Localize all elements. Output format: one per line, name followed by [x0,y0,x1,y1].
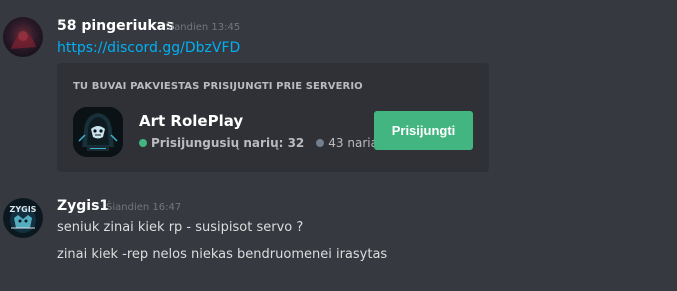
server-name[interactable]: Art RolePlay [139,112,243,130]
server-invite-card: TU BUVAI PAKVIESTAS PRISIJUNGTI PRIE SER… [57,63,489,172]
zygis-logo-icon: ZYGIS [3,198,43,238]
invite-header: TU BUVAI PAKVIESTAS PRISIJUNGTI PRIE SER… [73,81,363,92]
username[interactable]: Zygis1 [57,198,109,214]
username[interactable]: 58 pingeriukas [57,18,174,34]
chat-messages: 58 pingeriukas Šiandien 13:45 https://di… [0,0,677,291]
online-dot-icon [139,139,147,147]
join-button[interactable]: Prisijungti [374,111,473,150]
message-text: seniuk zinai kiek rp - susipisot servo ? [57,220,304,235]
message-group: 58 pingeriukas Šiandien 13:45 https://di… [0,0,677,180]
scrollbar[interactable] [673,0,677,291]
hooded-figure-icon [73,107,123,157]
invite-link[interactable]: https://discord.gg/DbzVFD [57,40,240,56]
message-text: zinai kiek -rep nelos niekas bendruomene… [57,247,388,262]
online-count: Prisijungusių narių: 32 [151,136,305,150]
server-icon[interactable] [73,107,123,157]
avatar[interactable]: ZYGIS [3,198,43,238]
server-stats: Prisijungusių narių: 32 43 nariai [139,136,381,150]
avatar-image [3,17,43,57]
avatar[interactable] [3,17,43,57]
svg-text:ZYGIS: ZYGIS [10,205,37,214]
timestamp: Šiandien 16:47 [106,202,182,213]
members-dot-icon [316,139,325,147]
timestamp: Šiandien 13:45 [165,22,241,33]
message-group: ZYGIS Zygis1 Šiandien 16:47 seniuk zinai… [0,180,677,291]
